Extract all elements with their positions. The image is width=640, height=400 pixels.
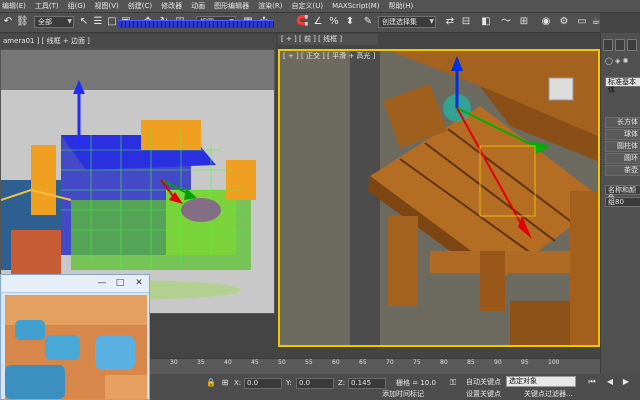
y-coordinate-field[interactable]: 0.0 xyxy=(296,378,334,389)
play-icon[interactable]: ▶ xyxy=(620,377,632,387)
key-filters-button[interactable]: 关键点过滤器... xyxy=(524,389,573,400)
render-production-icon[interactable]: ☕ xyxy=(590,16,602,28)
ribbon-collapsed-strip[interactable] xyxy=(118,20,274,28)
absolute-mode-icon[interactable]: ⊞ xyxy=(220,378,230,388)
sphere-button[interactable]: 球体 xyxy=(605,129,640,140)
timeline-tick: 90 xyxy=(494,359,502,366)
command-panel-tabs xyxy=(603,39,640,53)
image-viewer-window[interactable]: — □ ✕ xyxy=(0,274,150,400)
right-viewport-label[interactable]: [ + ] [ 正交 ] [ 平滑 + 高光 ] xyxy=(280,51,598,62)
maximize-button[interactable]: □ xyxy=(113,277,127,289)
select-object-icon[interactable]: ↖ xyxy=(78,16,90,28)
ortho-viewport[interactable] xyxy=(278,49,600,347)
timeline-tick: 100 xyxy=(548,359,560,366)
close-button[interactable]: ✕ xyxy=(132,277,146,289)
curve-editor-icon[interactable]: 〜 xyxy=(500,16,512,28)
object-type-select[interactable]: 标准基本体 xyxy=(605,77,640,94)
percent-snap-icon[interactable]: % xyxy=(328,16,340,28)
menu-customize[interactable]: 自定义(U) xyxy=(291,0,323,13)
go-to-start-icon[interactable]: ⏮ xyxy=(586,377,598,387)
command-panel: ◯ ◈ ✺ 标准基本体 长方体 球体 圆柱体 圆环 茶壶 名称和颜色 组80 xyxy=(600,33,640,400)
x-label: X: xyxy=(234,379,242,387)
timeline-tick: 75 xyxy=(413,359,421,366)
timeline-tick: 40 xyxy=(224,359,232,366)
rendered-frame-icon[interactable]: ▭ xyxy=(576,16,588,28)
align-icon[interactable]: ⊟ xyxy=(460,16,472,28)
timeline-tick: 85 xyxy=(467,359,475,366)
named-selection-sets-select[interactable]: 创建选择集 ▼ xyxy=(378,16,436,28)
schematic-view-icon[interactable]: ⊞ xyxy=(518,16,530,28)
status-bar: 🔒 ⊞ X: 0.0 Y: 0.0 Z: 0.145 栅格 = 10.0 ⚿ 自… xyxy=(150,374,640,400)
modify-tab-icon[interactable] xyxy=(615,39,625,51)
timeline-tick: 50 xyxy=(278,359,286,366)
mirror-icon[interactable]: ⇄ xyxy=(444,16,456,28)
undo-icon[interactable]: ↶ xyxy=(2,16,14,28)
image-preview xyxy=(5,295,147,399)
menu-animation[interactable]: 动画 xyxy=(191,0,205,13)
auto-key-button[interactable]: 自动关键点 xyxy=(466,377,501,388)
selection-filter-select[interactable]: 全部 ▼ xyxy=(34,16,74,28)
set-key-button[interactable]: 设置关键点 xyxy=(466,389,501,400)
add-time-tag-button[interactable]: 添加时间标记 xyxy=(382,389,424,400)
timeline-tick: 55 xyxy=(305,359,313,366)
name-color-rollout[interactable]: 名称和颜色 xyxy=(605,185,640,202)
menu-bar: 编辑(E) 工具(T) 组(G) 视图(V) 创建(C) 修改器 动画 图形编辑… xyxy=(0,0,640,13)
torus-button[interactable]: 圆环 xyxy=(605,153,640,164)
edit-named-selection-icon[interactable]: ✎ xyxy=(362,16,374,28)
menu-maxscript[interactable]: MAXScript(M) xyxy=(332,0,379,13)
menu-edit[interactable]: 编辑(E) xyxy=(2,0,26,13)
selection-set-select[interactable]: 选定对象 xyxy=(506,376,576,387)
menu-rendering[interactable]: 渲染(R) xyxy=(258,0,282,13)
wood-model-scene xyxy=(280,51,598,345)
hierarchy-tab-icon[interactable] xyxy=(627,39,637,51)
z-coordinate-field[interactable]: 0.145 xyxy=(348,378,386,389)
timeline-tick: 80 xyxy=(440,359,448,366)
geometry-icons-row[interactable]: ◯ ◈ ✺ xyxy=(605,55,640,67)
layer-manager-icon[interactable]: ◧ xyxy=(480,16,492,28)
menu-graph-editors[interactable]: 图形编辑器 xyxy=(214,0,249,13)
menu-tools[interactable]: 工具(T) xyxy=(35,0,59,13)
top-viewport-label[interactable]: [ + ] [ 前 ] [ 线框 ] xyxy=(278,34,378,45)
key-icon[interactable]: ⚿ xyxy=(448,378,458,388)
left-viewport-label[interactable]: amera01 ] [ 线框 + 边面 ] xyxy=(0,34,276,49)
select-by-name-icon[interactable]: ☰ xyxy=(92,16,104,28)
spinner-snap-icon[interactable]: ⬍ xyxy=(344,16,356,28)
grid-size-label: 栅格 = 10.0 xyxy=(396,379,436,387)
previous-frame-icon[interactable]: ◀ xyxy=(604,377,616,387)
link-icon[interactable]: ⛓ xyxy=(16,16,29,28)
timeline-tick: 45 xyxy=(251,359,259,366)
timeline-tick: 30 xyxy=(170,359,178,366)
render-setup-icon[interactable]: ⚙ xyxy=(558,16,570,28)
create-tab-icon[interactable] xyxy=(603,39,613,51)
rectangle-selection-icon[interactable]: □ xyxy=(106,16,118,28)
y-label: Y: xyxy=(286,379,292,387)
timeline-tick: 95 xyxy=(521,359,529,366)
image-viewer-titlebar[interactable]: — □ ✕ xyxy=(1,275,149,293)
z-label: Z: xyxy=(338,379,346,387)
teapot-button[interactable]: 茶壶 xyxy=(605,165,640,176)
material-editor-icon[interactable]: ◉ xyxy=(540,16,552,28)
timeline-tick: 35 xyxy=(197,359,205,366)
menu-group[interactable]: 组(G) xyxy=(68,0,86,13)
minimize-button[interactable]: — xyxy=(95,277,109,289)
box-button[interactable]: 长方体 xyxy=(605,117,640,128)
timeline-tick: 70 xyxy=(386,359,394,366)
timeline-tick: 60 xyxy=(332,359,340,366)
object-name-field[interactable]: 组80 xyxy=(605,197,640,207)
timeline-tick: 65 xyxy=(359,359,367,366)
cylinder-button[interactable]: 圆柱体 xyxy=(605,141,640,152)
texture-artwork xyxy=(5,295,147,399)
main-toolbar: ↶ ⛓ 全部▼ ↖ ☰ □ ▣ ✥ ↻ ◫ 视图▼ ▦ ✣ 🧲 ∠ % ⬍ ✎ … xyxy=(0,13,600,33)
lock-selection-icon[interactable]: 🔒 xyxy=(206,378,216,388)
menu-modifiers[interactable]: 修改器 xyxy=(161,0,182,13)
menu-create[interactable]: 创建(C) xyxy=(128,0,152,13)
angle-snap-icon[interactable]: ∠ xyxy=(312,16,324,28)
menu-help[interactable]: 帮助(H) xyxy=(389,0,414,13)
x-coordinate-field[interactable]: 0.0 xyxy=(244,378,282,389)
menu-views[interactable]: 视图(V) xyxy=(95,0,119,13)
timeline-track[interactable]: 30 35 40 45 50 55 60 65 70 75 80 85 90 9… xyxy=(150,358,600,374)
3dsmax-window: 编辑(E) 工具(T) 组(G) 视图(V) 创建(C) 修改器 动画 图形编辑… xyxy=(0,0,640,400)
snap-toggle-icon[interactable]: 🧲 xyxy=(296,16,308,28)
